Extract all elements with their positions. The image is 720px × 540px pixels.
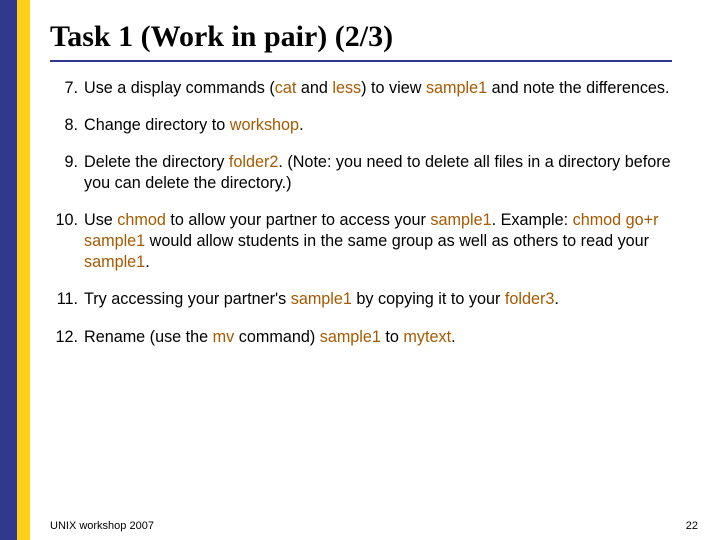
task-text: Try accessing your partner's sample1 by …: [84, 290, 559, 308]
task-number: 9.: [50, 152, 78, 173]
task-text: Use chmod to allow your partner to acces…: [84, 211, 659, 271]
text-run: Use a display commands (: [84, 79, 275, 97]
content-area: Task 1 (Work in pair) (2/3) 7. Use a disp…: [50, 20, 690, 520]
task-number: 10.: [50, 210, 78, 231]
task-item: 12. Rename (use the mv command) sample1 t…: [50, 327, 690, 348]
footer-text: UNIX workshop 2007: [50, 520, 154, 532]
task-number: 8.: [50, 115, 78, 136]
highlight-term: sample1: [430, 211, 491, 229]
text-run: ) to view: [361, 79, 426, 97]
stripe-purple: [0, 0, 17, 540]
task-text: Rename (use the mv command) sample1 to m…: [84, 328, 456, 346]
highlight-term: sample1: [320, 328, 381, 346]
highlight-term: mytext: [403, 328, 451, 346]
text-run: Try accessing your partner's: [84, 290, 291, 308]
highlight-term: sample1: [426, 79, 487, 97]
text-run: Rename (use the: [84, 328, 213, 346]
highlight-term: sample1: [291, 290, 352, 308]
task-list: 7. Use a display commands (cat and less) …: [50, 78, 690, 348]
text-run: .: [299, 116, 304, 134]
slide: Task 1 (Work in pair) (2/3) 7. Use a disp…: [0, 0, 720, 540]
task-item: 7. Use a display commands (cat and less) …: [50, 78, 690, 99]
highlight-term: folder3: [505, 290, 555, 308]
task-item: 10. Use chmod to allow your partner to ac…: [50, 210, 690, 273]
text-run: to allow your partner to access your: [166, 211, 431, 229]
highlight-term: less: [332, 79, 361, 97]
stripe-yellow: [17, 0, 30, 540]
text-run: .: [145, 253, 150, 271]
slide-title: Task 1 (Work in pair) (2/3): [50, 20, 672, 62]
text-run: .: [554, 290, 559, 308]
task-number: 7.: [50, 78, 78, 99]
highlight-term: cat: [275, 79, 297, 97]
text-run: by copying it to your: [352, 290, 505, 308]
text-run: Delete the directory: [84, 153, 229, 171]
page-number: 22: [686, 520, 698, 532]
task-text: Change directory to workshop.: [84, 116, 304, 134]
task-text: Use a display commands (cat and less) to…: [84, 79, 670, 97]
text-run: to: [381, 328, 404, 346]
text-run: .: [451, 328, 456, 346]
task-text: Delete the directory folder2. (Note: you…: [84, 153, 671, 192]
task-number: 11.: [50, 289, 78, 310]
highlight-term: folder2: [229, 153, 279, 171]
text-run: and note the differences.: [487, 79, 669, 97]
highlight-term: mv: [213, 328, 235, 346]
highlight-term: workshop: [230, 116, 299, 134]
task-item: 8. Change directory to workshop.: [50, 115, 690, 136]
task-number: 12.: [50, 327, 78, 348]
highlight-term: sample1: [84, 253, 145, 271]
text-run: Change directory to: [84, 116, 230, 134]
highlight-term: chmod: [117, 211, 166, 229]
text-run: and: [296, 79, 332, 97]
text-run: would allow students in the same group a…: [145, 232, 649, 250]
text-run: Use: [84, 211, 117, 229]
text-run: command): [234, 328, 319, 346]
accent-stripes: [0, 0, 30, 540]
text-run: . Example:: [492, 211, 573, 229]
task-item: 11. Try accessing your partner's sample1 …: [50, 289, 690, 310]
task-item: 9. Delete the directory folder2. (Note: y…: [50, 152, 690, 194]
